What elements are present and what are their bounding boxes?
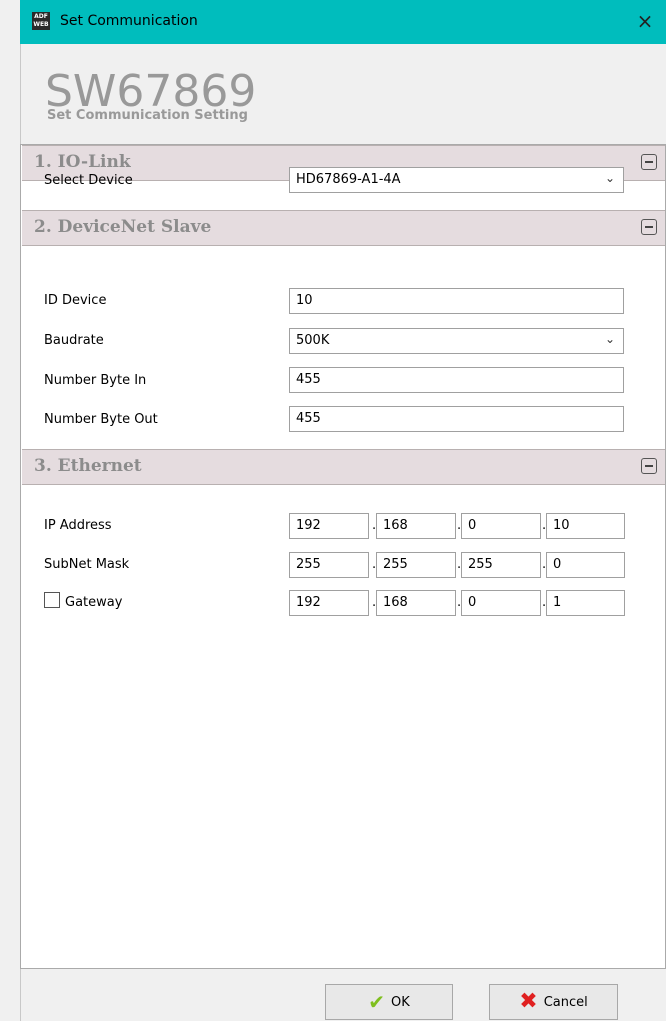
check-icon: ✔ <box>368 990 385 1014</box>
ok-label: OK <box>391 994 410 1010</box>
title-bar: ADF WEB Set Communication × <box>20 0 666 44</box>
mask-octet-1[interactable]: 255 <box>289 552 369 578</box>
id-device-input[interactable]: 10 <box>289 288 624 314</box>
section-title: 1. IO-Link <box>34 152 131 172</box>
cancel-x-icon: ✖ <box>519 989 538 1014</box>
collapse-icon[interactable] <box>641 458 657 474</box>
ip-octet-3[interactable]: 0 <box>461 513 541 539</box>
collapse-icon[interactable] <box>641 154 657 170</box>
mask-octet-3[interactable]: 255 <box>461 552 541 578</box>
chevron-down-icon: ⌄ <box>604 171 615 185</box>
gateway-octet-3[interactable]: 0 <box>461 590 541 616</box>
cancel-button[interactable]: ✖ Cancel <box>489 984 618 1020</box>
byte-out-input[interactable]: 455 <box>289 406 624 432</box>
gateway-octet-4[interactable]: 1 <box>546 590 625 616</box>
select-device-value: HD67869-A1-4A <box>296 172 401 187</box>
select-device-label: Select Device <box>44 173 133 188</box>
section-devicenet-header[interactable]: 2. DeviceNet Slave <box>22 210 665 246</box>
ip-octet-2[interactable]: 168 <box>376 513 456 539</box>
header: SW67869 Set Communication Setting <box>20 44 666 144</box>
app-logo-icon: ADF WEB <box>32 12 50 30</box>
chevron-down-icon: ⌄ <box>604 332 615 346</box>
id-device-label: ID Device <box>44 293 107 308</box>
baudrate-label: Baudrate <box>44 333 104 348</box>
ip-address-label: IP Address <box>44 518 112 533</box>
gateway-label: Gateway <box>65 595 123 610</box>
ok-button[interactable]: ✔ OK <box>325 984 453 1020</box>
cancel-label: Cancel <box>543 994 588 1010</box>
baudrate-value: 500K <box>296 333 330 348</box>
byte-in-input[interactable]: 455 <box>289 367 624 393</box>
section-title: 2. DeviceNet Slave <box>34 217 212 237</box>
byte-out-label: Number Byte Out <box>44 412 158 427</box>
collapse-icon[interactable] <box>641 219 657 235</box>
gateway-octet-1[interactable]: 192 <box>289 590 369 616</box>
subnet-mask-label: SubNet Mask <box>44 557 130 572</box>
close-button[interactable]: × <box>630 7 660 37</box>
byte-in-label: Number Byte In <box>44 373 147 388</box>
settings-panel: 1. IO-Link Select Device HD67869-A1-4A ⌄… <box>20 144 666 969</box>
footer: ✔ OK ✖ Cancel <box>20 969 666 1021</box>
section-title: 3. Ethernet <box>34 456 142 476</box>
ip-octet-4[interactable]: 10 <box>546 513 625 539</box>
baudrate-dropdown[interactable]: 500K ⌄ <box>289 328 624 354</box>
select-device-dropdown[interactable]: HD67869-A1-4A ⌄ <box>289 167 624 193</box>
mask-octet-4[interactable]: 0 <box>546 552 625 578</box>
section-ethernet-header[interactable]: 3. Ethernet <box>22 449 665 485</box>
page-subtitle: Set Communication Setting <box>47 108 248 123</box>
gateway-octet-2[interactable]: 168 <box>376 590 456 616</box>
mask-octet-2[interactable]: 255 <box>376 552 456 578</box>
gateway-checkbox[interactable] <box>44 592 60 608</box>
window-title: Set Communication <box>60 13 198 29</box>
ip-octet-1[interactable]: 192 <box>289 513 369 539</box>
